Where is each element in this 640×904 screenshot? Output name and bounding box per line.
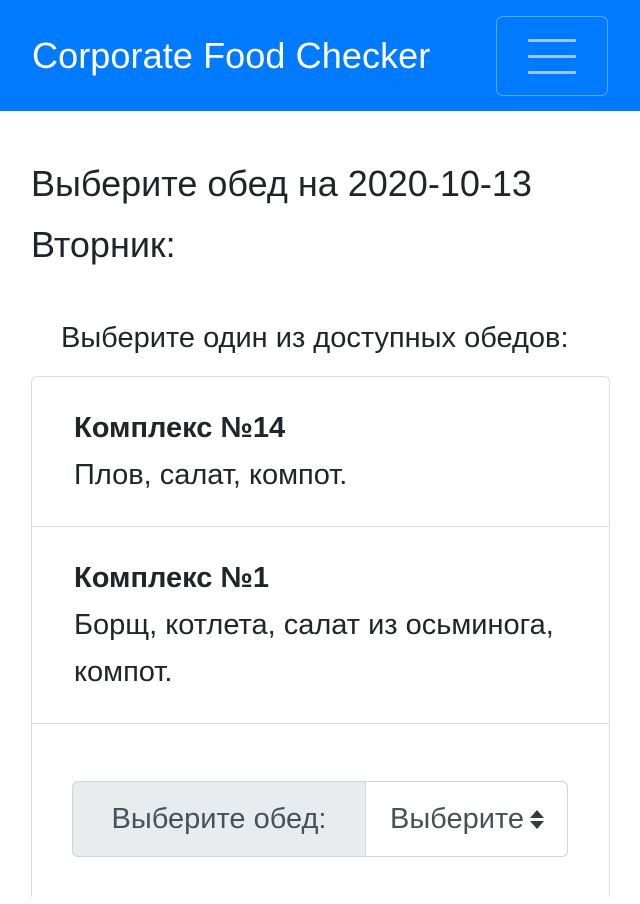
lunch-description: Борщ, котлета, салат из осьминога, компо… — [74, 609, 554, 688]
lunch-select-form: Выберите обед: Выберите — [32, 724, 609, 897]
lunch-description: Плов, салат, компот. — [74, 459, 348, 491]
hamburger-icon — [528, 38, 576, 42]
lunch-input-group: Выберите обед: Выберите — [72, 781, 568, 857]
navbar: Corporate Food Checker — [0, 0, 640, 111]
lunch-title: Комплекс №14 — [74, 412, 286, 444]
sort-arrows-icon — [529, 809, 545, 829]
navbar-toggler-button[interactable] — [496, 16, 608, 96]
lunch-title: Комплекс №1 — [74, 562, 269, 594]
hamburger-icon — [528, 70, 576, 74]
lunch-item: Комплекс №1 Борщ, котлета, салат из осьм… — [32, 527, 609, 724]
page-title: Выберите обед на 2020-10-13 Вторник: — [31, 163, 532, 265]
lunch-list: Комплекс №14 Плов, салат, компот. Компле… — [31, 376, 610, 897]
navbar-brand[interactable]: Corporate Food Checker — [32, 37, 430, 74]
lunch-item: Комплекс №14 Плов, салат, компот. — [32, 377, 609, 527]
lunch-select[interactable]: Выберите — [366, 781, 568, 857]
lunch-select-label: Выберите обед: — [72, 781, 366, 857]
lunch-select-value: Выберите — [390, 802, 525, 835]
hamburger-icon — [528, 54, 576, 58]
main-content: Выберите обед на 2020-10-13 Вторник: Выб… — [0, 111, 640, 897]
lunch-prompt: Выберите один из доступных обедов: — [61, 322, 569, 354]
